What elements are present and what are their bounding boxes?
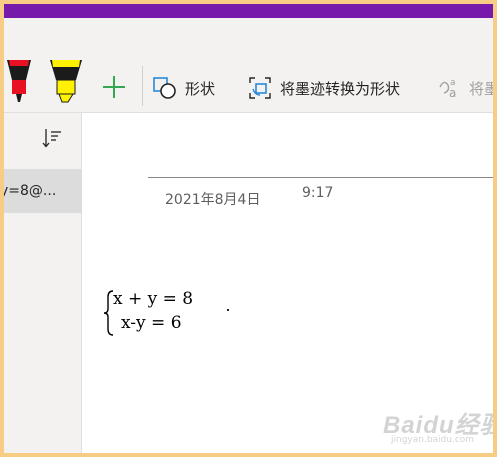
app-window: 形状 将墨迹转换为形状 a a 将墨 y=8@... 2021年8月4日 9:1…: [4, 4, 493, 453]
shapes-button[interactable]: 形状: [152, 74, 215, 102]
title-bar: [4, 4, 493, 18]
page-title-underline: [148, 177, 493, 178]
equation-line-1: x + y = 8: [113, 289, 194, 309]
watermark-site: jingyan.baidu.com: [391, 435, 475, 445]
page-list-pane: y=8@...: [4, 113, 82, 453]
yellow-highlighter-pen[interactable]: [46, 58, 86, 108]
ink-to-shape-button[interactable]: 将墨迹转换为形状: [247, 74, 400, 102]
ink-to-math-button[interactable]: a a 将墨: [436, 74, 493, 102]
baidu-watermark: Baidu经验 jingyan.baidu.com: [383, 403, 493, 449]
page-time: 9:17: [302, 185, 334, 201]
add-pen-button[interactable]: [101, 74, 127, 100]
page-list-item[interactable]: y=8@...: [4, 169, 82, 213]
plus-icon: [103, 76, 125, 98]
equation-line-2: x-y = 6: [121, 313, 182, 333]
ink-to-shape-label: 将墨迹转换为形状: [280, 79, 401, 98]
ink-to-shape-icon: [249, 77, 271, 99]
shapes-icon: [153, 77, 176, 99]
ink-dot: [227, 309, 229, 311]
red-marker-pen[interactable]: [4, 58, 34, 108]
page-date: 2021年8月4日: [165, 192, 261, 208]
draw-ribbon: 形状 将墨迹转换为形状 a a 将墨: [4, 18, 493, 113]
ink-to-math-label: 将墨: [469, 79, 493, 98]
svg-text:a: a: [449, 86, 456, 100]
ink-to-math-icon: a a: [439, 78, 456, 100]
note-canvas[interactable]: 2021年8月4日 9:17 x + y = 8 x-y = 6 Baidu经验…: [83, 113, 493, 453]
ribbon-separator: [142, 66, 143, 106]
page-list-item-label: y=8@...: [4, 183, 57, 199]
shapes-label: 形状: [185, 79, 216, 98]
sort-icon[interactable]: [41, 127, 63, 149]
